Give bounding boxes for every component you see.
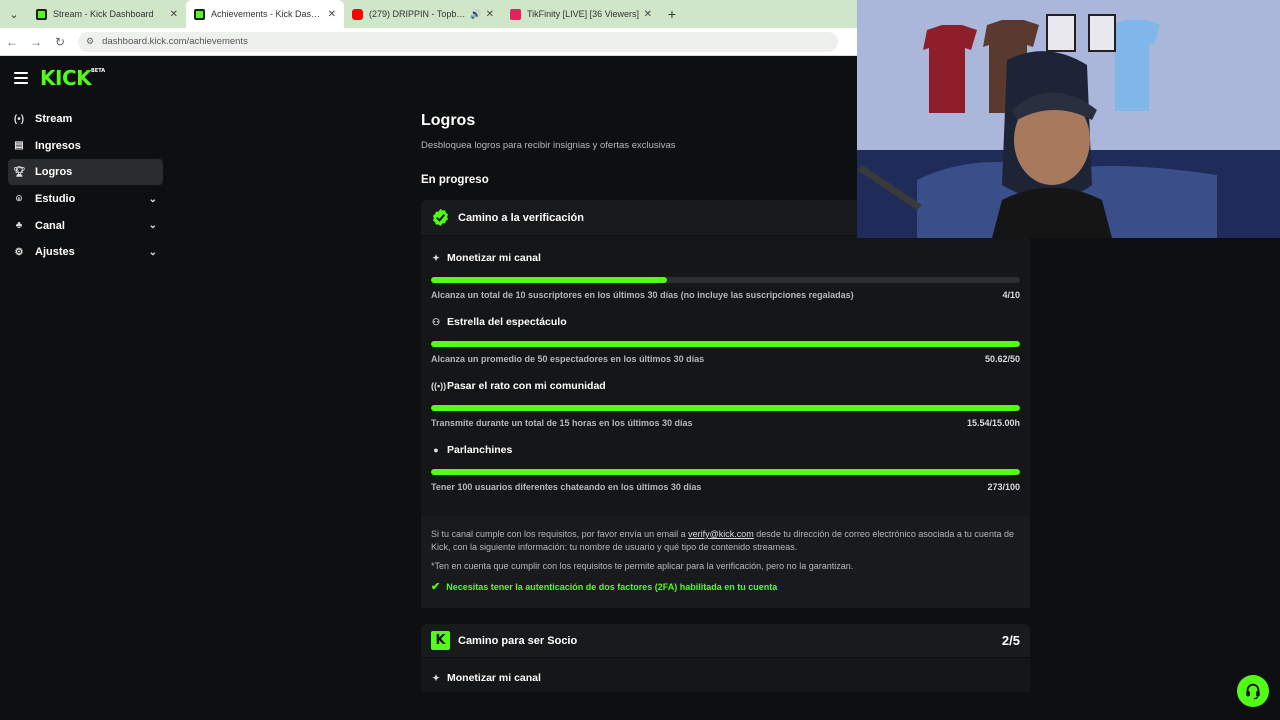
kick-badge-icon: K	[431, 631, 450, 650]
progress-fill	[431, 469, 1020, 475]
achievement-description: Transmite durante un total de 15 horas e…	[431, 418, 693, 428]
sidebar-item-canal[interactable]: ♣ Canal ⌄	[8, 213, 163, 239]
people-icon: ⚇	[431, 316, 441, 327]
tab-title: TikFinity [LIVE] [36 Viewers]	[527, 9, 640, 19]
achievement-name: Parlanchines	[447, 444, 513, 456]
trophy-icon: 🏆︎	[13, 166, 26, 178]
sidebar-item-logros[interactable]: 🏆︎ Logros	[8, 159, 163, 186]
verification-disclaimer: *Ten en cuenta que cumplir con los requi…	[431, 561, 854, 571]
progress-bar	[431, 277, 1020, 283]
achievement-name: Monetizar mi canal	[447, 672, 541, 684]
chevron-down-icon[interactable]: ⌄	[149, 220, 157, 231]
youtube-favicon-icon	[352, 8, 363, 20]
new-tab-icon[interactable]: +	[660, 0, 684, 28]
menu-icon[interactable]	[14, 72, 28, 84]
tab-title: (279) DRIPPIN - Topboy, W...	[369, 9, 468, 19]
sidebar-item-stream[interactable]: (•) Stream	[8, 106, 163, 132]
kick-favicon-icon	[194, 8, 205, 20]
tab-close-icon[interactable]: ✕	[486, 9, 494, 20]
verification-instructions: Si tu canal cumple con los requisitos, p…	[431, 529, 1014, 552]
partner-card: K Camino para ser Socio 2/5 ✦ Monetizar m…	[421, 624, 1030, 692]
chevron-down-icon[interactable]: ⌄	[149, 194, 157, 205]
sidebar-item-label: Ingresos	[35, 139, 81, 152]
broadcast-icon: (•)	[13, 113, 25, 125]
support-chat-button[interactable]	[1237, 675, 1269, 707]
achievement-description: Alcanza un total de 10 suscriptores en l…	[431, 290, 854, 300]
site-info-icon[interactable]: ⚙	[86, 36, 94, 47]
verify-email-link[interactable]: verify@kick.com	[688, 529, 754, 539]
achievement-name: Monetizar mi canal	[447, 252, 541, 264]
browser-tab[interactable]: Stream - Kick Dashboard ✕	[28, 0, 186, 28]
revenue-icon: ▤	[14, 140, 24, 152]
achievement-name: Pasar el rato con mi comunidad	[447, 380, 606, 392]
progress-bar	[431, 341, 1020, 347]
sidebar: (•) Stream ▤ Ingresos 🏆︎ Logros ⌾ Estudi…	[8, 106, 163, 266]
tab-title: Achievements - Kick Dashboard	[211, 9, 324, 19]
achievement-name: Estrella del espectáculo	[447, 316, 567, 328]
achievement-item: ((•)) Pasar el rato con mi comunidad Tran…	[431, 380, 1020, 428]
browser-tab[interactable]: TikFinity [LIVE] [36 Viewers] ✕	[502, 0, 660, 28]
gear-icon: ⚙	[14, 246, 24, 258]
progress-bar	[431, 405, 1020, 411]
kick-logo[interactable]: KICK BETA	[40, 66, 105, 90]
progress-fill	[431, 277, 667, 283]
achievements-list: ✦ Monetizar mi canal Alcanza un total de …	[421, 236, 1030, 516]
url-input[interactable]: ⚙ dashboard.kick.com/achievements	[78, 31, 838, 52]
sidebar-item-label: Estudio	[35, 193, 76, 206]
achievement-item: ✦ Monetizar mi canal Alcanza un total de …	[431, 252, 1020, 300]
check-icon: ✔	[431, 581, 441, 593]
headset-icon	[1246, 683, 1260, 700]
progress-fill	[431, 405, 1020, 411]
tab-search-icon[interactable]: ⌄	[0, 0, 28, 28]
sparkle-icon: ✦	[432, 252, 440, 263]
beta-badge: BETA	[91, 68, 106, 74]
sidebar-item-ajustes[interactable]: ⚙ Ajustes ⌄	[8, 239, 163, 265]
chevron-down-icon[interactable]: ⌄	[149, 247, 157, 258]
back-icon[interactable]: ←	[0, 28, 24, 56]
sparkle-icon: ✦	[432, 672, 440, 683]
achievement-item: ⚇ Estrella del espectáculo Alcanza un pro…	[431, 316, 1020, 364]
sidebar-item-label: Logros	[35, 166, 73, 179]
sidebar-item-label: Canal	[35, 219, 65, 232]
channel-icon: ♣	[15, 220, 23, 232]
achievement-description: Alcanza un promedio de 50 espectadores e…	[431, 354, 705, 364]
speaker-icon[interactable]: 🔊	[470, 9, 481, 20]
sidebar-item-label: Ajustes	[35, 246, 75, 259]
progress-bar	[431, 469, 1020, 475]
tab-close-icon[interactable]: ✕	[170, 9, 178, 20]
verification-card: Camino a la verificación ✦ Monetizar mi c…	[421, 200, 1030, 608]
sidebar-item-label: Stream	[35, 113, 73, 125]
tab-close-icon[interactable]: ✕	[328, 9, 336, 20]
sidebar-item-estudio[interactable]: ⌾ Estudio ⌄	[8, 186, 163, 212]
browser-tab-active[interactable]: Achievements - Kick Dashboard ✕	[186, 0, 344, 28]
tab-title: Stream - Kick Dashboard	[53, 9, 154, 19]
achievement-description: Tener 100 usuarios diferentes chateando …	[431, 482, 702, 492]
reload-icon[interactable]: ↻	[48, 28, 72, 56]
chat-icon: ●	[433, 445, 439, 455]
forward-icon[interactable]: →	[24, 28, 48, 56]
verification-notes: Si tu canal cumple con los requisitos, p…	[421, 516, 1030, 608]
achievement-value: 273/100	[987, 482, 1020, 492]
achievements-list: ✦ Monetizar mi canal	[421, 658, 1030, 692]
sidebar-item-ingresos[interactable]: ▤ Ingresos	[8, 133, 163, 159]
achievement-value: 50.62/50	[984, 354, 1020, 364]
tab-close-icon[interactable]: ✕	[644, 9, 652, 20]
partner-progress-count: 2/5	[1001, 633, 1020, 648]
broadcast-icon: ((•))	[431, 381, 447, 391]
browser-tab[interactable]: (279) DRIPPIN - Topboy, W... 🔊 ✕	[344, 0, 502, 28]
studio-icon: ⌾	[16, 193, 22, 205]
card-title: Camino para ser Socio	[458, 634, 578, 647]
tikfinity-favicon-icon	[510, 8, 521, 20]
kick-favicon-icon	[36, 8, 47, 20]
requirement-2fa: ✔ Necesitas tener la autenticación de dos…	[431, 581, 778, 593]
card-header[interactable]: K Camino para ser Socio 2/5	[421, 624, 1030, 658]
achievement-value: 15.54/15.00h	[966, 418, 1020, 428]
verified-badge-icon	[431, 208, 450, 227]
url-text: dashboard.kick.com/achievements	[102, 36, 248, 47]
webcam-overlay	[857, 0, 1280, 238]
webcam-video	[857, 0, 1280, 238]
progress-fill	[431, 341, 1020, 347]
achievement-item: ● Parlanchines Tener 100 usuarios diferen…	[431, 444, 1020, 492]
achievement-value: 4/10	[1002, 290, 1020, 300]
